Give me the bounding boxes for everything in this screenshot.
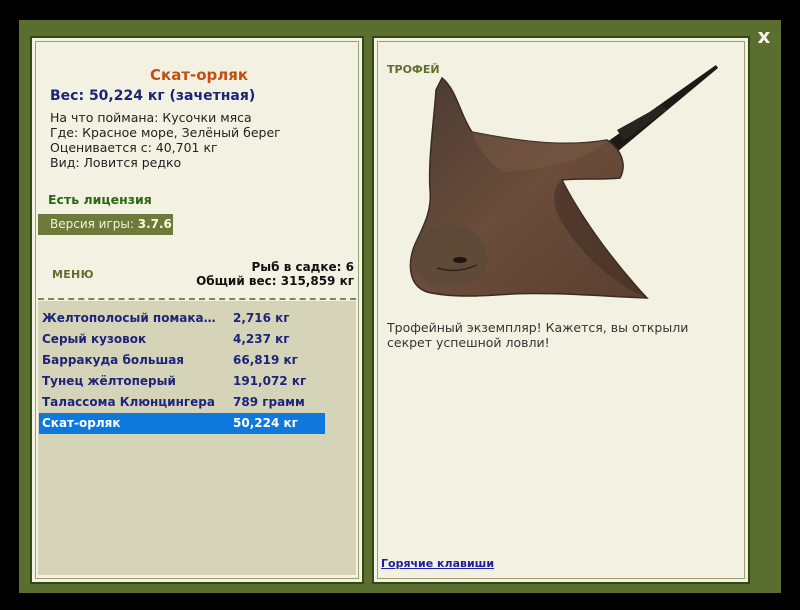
catch-weight: 2,716 кг xyxy=(233,311,290,325)
catch-name: Барракуда большая xyxy=(42,353,185,367)
menu-button[interactable]: МЕНЮ xyxy=(52,268,94,281)
fish-weight: Вес: 50,224 кг (зачетная) xyxy=(50,88,256,104)
catch-name: Желтополосый помакантус xyxy=(42,311,220,325)
trophy-description: Трофейный экземпляр! Кажется, вы открыли… xyxy=(387,320,689,350)
hotkeys-link[interactable]: Горячие клавиши xyxy=(381,557,494,570)
catch-row[interactable]: Талассома Клюнцингера 789 грамм xyxy=(39,392,325,413)
catch-row[interactable]: Тунец жёлтоперый 191,072 кг xyxy=(39,371,325,392)
catch-weight: 4,237 кг xyxy=(233,332,290,346)
license-status: Есть лицензия xyxy=(48,192,152,207)
rarity-info: Вид: Ловится редко xyxy=(50,155,182,170)
cage-count: Рыб в садке: 6 xyxy=(251,260,355,274)
version-value: 3.7.6 xyxy=(137,217,172,231)
catch-weight: 191,072 кг xyxy=(233,374,307,388)
catch-weight: 789 грамм xyxy=(233,395,305,409)
divider xyxy=(38,298,356,300)
catch-name: Скат-орляк xyxy=(42,416,121,430)
game-version: Версия игры: 3.7.6 xyxy=(38,214,173,235)
bait-info: На что поймана: Кусочки мяса xyxy=(50,110,252,125)
eagle-ray-image xyxy=(409,65,718,299)
catch-row[interactable]: Серый кузовок 4,237 кг xyxy=(39,329,325,350)
location-info: Где: Красное море, Зелёный берег xyxy=(50,125,281,140)
catch-name: Тунец жёлтоперый xyxy=(42,374,176,388)
catch-weight: 66,819 кг xyxy=(233,353,298,367)
fish-title: Скат-орляк xyxy=(150,66,249,84)
cage-total-weight: Общий вес: 315,859 кг xyxy=(196,274,354,288)
close-icon[interactable]: x xyxy=(754,25,774,47)
catch-row-selected[interactable]: Скат-орляк 50,224 кг xyxy=(39,413,325,434)
catch-name: Талассома Клюнцингера xyxy=(42,395,215,409)
catch-weight: 50,224 кг xyxy=(233,416,298,430)
version-label: Версия игры: xyxy=(50,217,134,231)
catch-name: Серый кузовок xyxy=(42,332,147,346)
threshold-info: Оценивается с: 40,701 кг xyxy=(50,140,218,155)
catch-row[interactable]: Желтополосый помакантус 2,716 кг xyxy=(39,308,325,329)
catch-row[interactable]: Барракуда большая 66,819 кг xyxy=(39,350,325,371)
